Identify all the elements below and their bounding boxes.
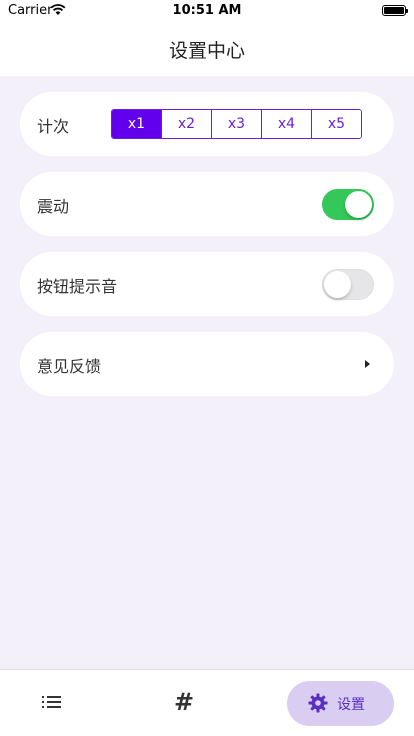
count-segmented-control: x1 x2 x3 x4 x5 [111, 109, 362, 139]
list-icon[interactable] [42, 696, 62, 710]
battery-icon [382, 5, 408, 16]
count-option-x3[interactable]: x3 [211, 110, 261, 138]
gear-icon [308, 693, 328, 717]
count-label: 计次 [37, 117, 70, 136]
button-sound-label: 按钮提示音 [37, 277, 118, 296]
count-setting-card: 计次 x1 x2 x3 x4 x5 [20, 92, 394, 156]
toggle-knob [324, 271, 351, 298]
status-bar: Carrier 10:51 AM [0, 0, 414, 22]
feedback-row[interactable]: 意见反馈 [20, 332, 394, 396]
count-option-x1[interactable]: x1 [112, 110, 161, 138]
page-title: 设置中心 [168, 40, 245, 62]
button-sound-setting-card: 按钮提示音 [20, 252, 394, 316]
count-option-x4[interactable]: x4 [261, 110, 311, 138]
tab-bar: # 设置 [0, 669, 414, 736]
status-time: 10:51 AM [172, 3, 242, 18]
chevron-right-icon [365, 360, 370, 368]
count-option-x5[interactable]: x5 [311, 110, 361, 138]
tab-settings-label: 设置 [337, 697, 365, 713]
button-sound-toggle[interactable] [322, 269, 374, 300]
header: 设置中心 [0, 22, 414, 76]
feedback-label: 意见反馈 [37, 357, 102, 376]
vibration-setting-card: 震动 [20, 172, 394, 236]
vibration-toggle[interactable] [322, 189, 374, 220]
count-option-x2[interactable]: x2 [161, 110, 211, 138]
hash-icon[interactable]: # [174, 688, 194, 716]
tab-settings[interactable]: 设置 [287, 681, 394, 726]
toggle-knob [345, 191, 372, 218]
vibration-label: 震动 [37, 197, 70, 216]
